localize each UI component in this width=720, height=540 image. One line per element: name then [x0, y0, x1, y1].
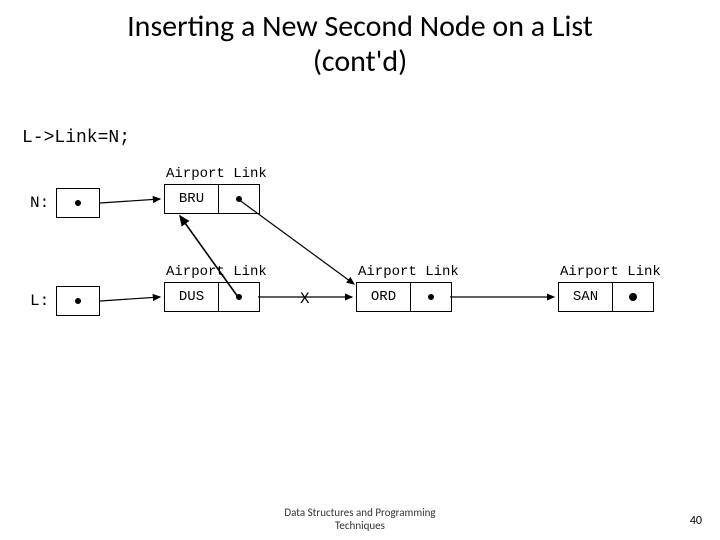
dot-icon: [75, 298, 81, 304]
node-san-link: [613, 283, 653, 311]
dot-icon: [428, 294, 434, 300]
code-statement: L->Link=N;: [22, 128, 130, 148]
node-ord-airport: ORD: [357, 283, 411, 311]
pointer-box-l: [56, 286, 100, 316]
node-san: SAN: [558, 282, 654, 312]
field-labels-ord: Airport Link: [358, 264, 459, 280]
node-ord-link: [411, 283, 451, 311]
footer-text: Data Structures and Programming Techniqu…: [0, 506, 720, 532]
node-dus-link: [219, 283, 259, 311]
null-dot-icon: [629, 293, 637, 301]
cross-mark: X: [300, 290, 310, 308]
slide-title: Inserting a New Second Node on a List (c…: [0, 0, 720, 79]
page-number: 40: [690, 514, 702, 528]
label-n: N:: [30, 194, 49, 212]
node-bru-airport: BRU: [165, 185, 219, 213]
field-labels-dus: Airport Link: [166, 264, 267, 280]
node-bru: BRU: [164, 184, 260, 214]
node-san-airport: SAN: [559, 283, 613, 311]
node-dus: DUS: [164, 282, 260, 312]
dot-icon: [236, 196, 242, 202]
dot-icon: [75, 200, 81, 206]
dot-icon: [236, 294, 242, 300]
field-labels-bru: Airport Link: [166, 166, 267, 182]
node-bru-link: [219, 185, 259, 213]
field-labels-san: Airport Link: [560, 264, 661, 280]
node-ord: ORD: [356, 282, 452, 312]
node-dus-airport: DUS: [165, 283, 219, 311]
label-l: L:: [30, 292, 49, 310]
pointer-box-n: [56, 188, 100, 218]
